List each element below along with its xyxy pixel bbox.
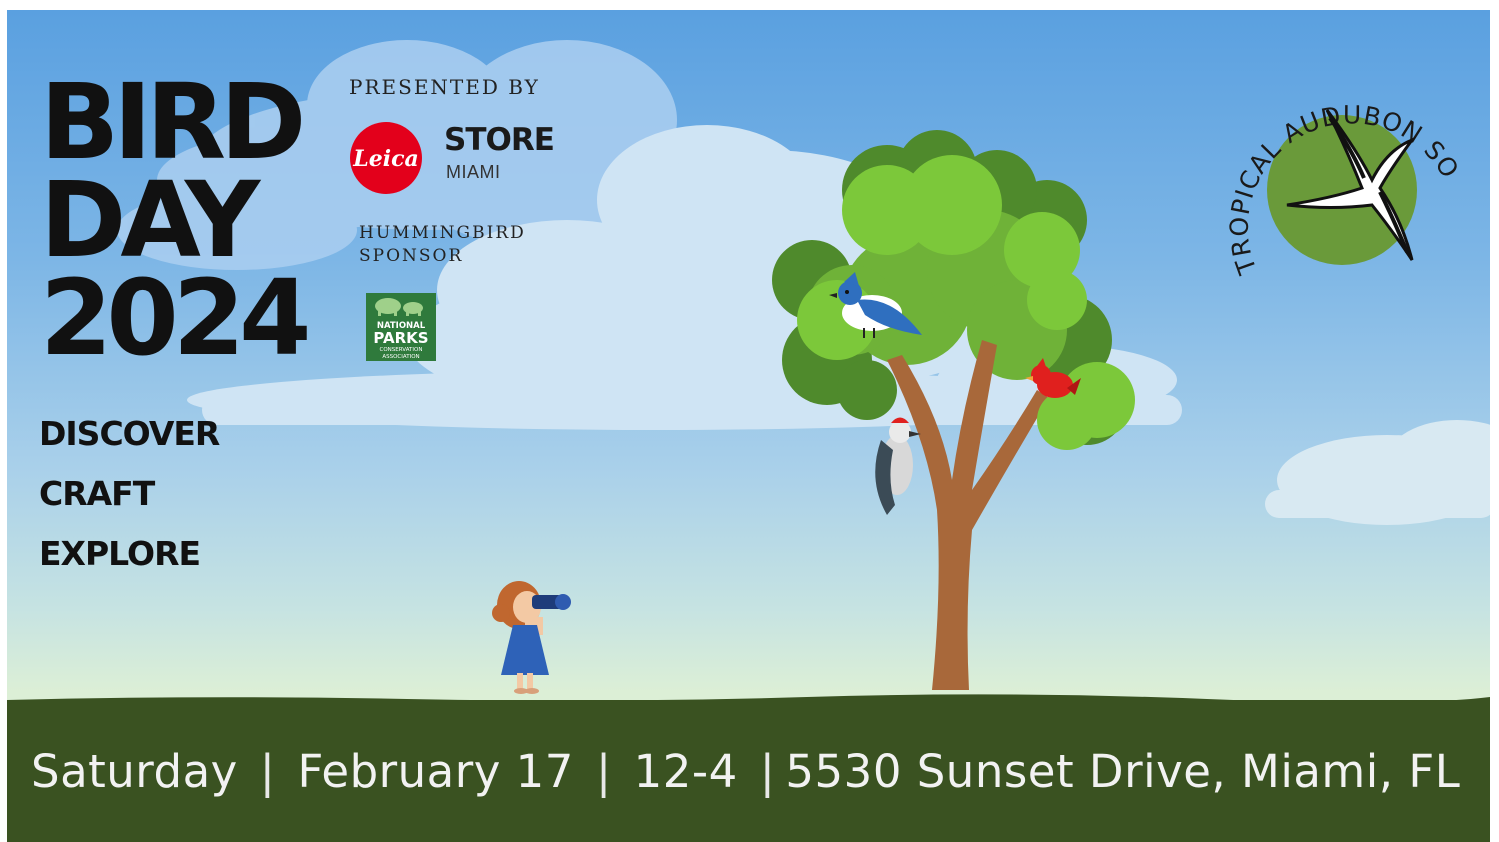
woodpecker-icon bbox=[875, 417, 921, 515]
event-time: 12-4 bbox=[633, 745, 738, 798]
separator: | bbox=[259, 745, 276, 798]
event-day: Saturday bbox=[31, 745, 238, 798]
event-details: Saturday | February 17 | 12-4 | 5530 Sunset Dr… bbox=[31, 745, 1460, 798]
event-banner: BIRD DAY 2024 DISCOVER CRAFT EXPLORE PRE… bbox=[7, 10, 1490, 842]
separator: | bbox=[595, 745, 612, 798]
tree-trunk bbox=[887, 340, 1049, 690]
event-address: 5530 Sunset Drive, Miami, FL bbox=[785, 745, 1461, 798]
event-date: February 17 bbox=[297, 745, 574, 798]
grass-edge bbox=[7, 694, 1490, 705]
child-with-binoculars bbox=[492, 581, 571, 694]
separator: | bbox=[759, 745, 776, 798]
